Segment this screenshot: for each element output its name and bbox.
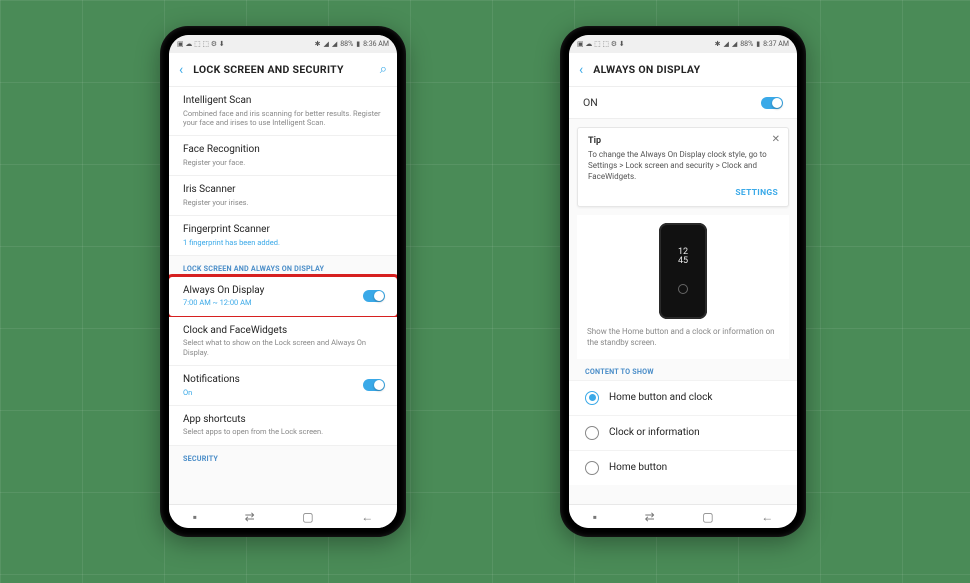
recent-icon[interactable]: ⇄: [645, 510, 655, 524]
radio-icon[interactable]: [585, 391, 599, 405]
row-sub: Combined face and iris scanning for bett…: [183, 109, 385, 128]
wifi-icon: ◢: [323, 40, 328, 48]
row-label: Notifications: [183, 374, 357, 387]
back-icon[interactable]: ‹: [579, 62, 583, 78]
row-app-shortcuts[interactable]: App shortcuts Select apps to open from t…: [169, 406, 397, 446]
row-label: Intelligent Scan: [183, 95, 385, 108]
clock: 8:37 AM: [763, 40, 789, 48]
preview-home-button-icon: [678, 284, 688, 294]
header: ‹ ALWAYS ON DISPLAY: [569, 53, 797, 87]
row-label: App shortcuts: [183, 414, 385, 427]
signal-icon: ◢: [332, 40, 337, 48]
back-nav-icon[interactable]: ←: [361, 510, 373, 524]
search-icon[interactable]: ⌕: [380, 62, 387, 77]
notif-icon: ▣ ☁ ⬚ ⬚ ⚙ ⬇: [577, 40, 625, 48]
status-bar: ▣ ☁ ⬚ ⬚ ⚙ ⬇ ✱ ◢ ◢ 88% ▮ 8:36 AM: [169, 35, 397, 53]
tip-card: ✕ Tip To change the Always On Display cl…: [577, 127, 789, 207]
battery-pct: 88%: [340, 40, 353, 48]
radio-icon[interactable]: [585, 426, 599, 440]
row-label: Fingerprint Scanner: [183, 224, 385, 237]
master-toggle-row[interactable]: ON: [569, 87, 797, 119]
row-fingerprint-scanner[interactable]: Fingerprint Scanner 1 fingerprint has be…: [169, 216, 397, 256]
close-icon[interactable]: ✕: [772, 134, 780, 145]
row-sub: Select what to show on the Lock screen a…: [183, 338, 385, 357]
notif-icon: ▣ ☁ ⬚ ⬚ ⚙ ⬇: [177, 40, 225, 48]
bluetooth-icon: ✱: [715, 40, 721, 48]
row-iris-scanner[interactable]: Iris Scanner Register your irises.: [169, 176, 397, 216]
home-icon[interactable]: ▢: [302, 510, 313, 524]
phone-always-on-display: ▣ ☁ ⬚ ⬚ ⚙ ⬇ ✱ ◢ ◢ 88% ▮ 8:37 AM ‹ ALWAYS…: [560, 26, 806, 537]
android-navbar: ▪ ⇄ ▢ ←: [169, 504, 397, 528]
on-label: ON: [583, 96, 598, 109]
preview-desc: Show the Home button and a clock or info…: [587, 327, 779, 349]
radio-label: Clock or information: [609, 427, 700, 438]
android-navbar: ▪ ⇄ ▢ ←: [569, 504, 797, 528]
master-toggle[interactable]: [761, 97, 783, 109]
section-header: LOCK SCREEN AND ALWAYS ON DISPLAY: [169, 256, 397, 277]
bluetooth-icon: ✱: [315, 40, 321, 48]
row-sub: Select apps to open from the Lock screen…: [183, 427, 385, 436]
phone-lock-screen-security: ▣ ☁ ⬚ ⬚ ⚙ ⬇ ✱ ◢ ◢ 88% ▮ 8:36 AM ‹ LOCK S…: [160, 26, 406, 537]
preview-clock-min: 45: [678, 257, 688, 266]
row-sub: Register your irises.: [183, 198, 385, 207]
row-label: Clock and FaceWidgets: [183, 325, 385, 338]
row-sub: Register your face.: [183, 158, 385, 167]
page-title: ALWAYS ON DISPLAY: [593, 63, 787, 76]
section-header: CONTENT TO SHOW: [569, 359, 797, 380]
radio-label: Home button: [609, 462, 667, 473]
radio-icon[interactable]: [585, 461, 599, 475]
battery-icon: ▮: [356, 40, 360, 48]
battery-icon: ▮: [756, 40, 760, 48]
row-label: Iris Scanner: [183, 184, 385, 197]
row-notifications[interactable]: Notifications On: [169, 366, 397, 406]
drawer-icon[interactable]: ▪: [593, 510, 597, 524]
row-label: Always On Display: [183, 285, 357, 298]
row-always-on-display[interactable]: Always On Display 7:00 AM ~ 12:00 AM: [169, 277, 397, 317]
notif-toggle[interactable]: [363, 379, 385, 391]
clock: 8:36 AM: [363, 40, 389, 48]
radio-home-button-and-clock[interactable]: Home button and clock: [569, 380, 797, 415]
back-nav-icon[interactable]: ←: [761, 510, 773, 524]
wifi-icon: ◢: [723, 40, 728, 48]
tip-settings-link[interactable]: SETTINGS: [588, 188, 778, 198]
drawer-icon[interactable]: ▪: [193, 510, 197, 524]
row-clock-facewidgets[interactable]: Clock and FaceWidgets Select what to sho…: [169, 317, 397, 366]
radio-label: Home button and clock: [609, 392, 712, 403]
settings-list[interactable]: Intelligent Scan Combined face and iris …: [169, 87, 397, 504]
row-label: Face Recognition: [183, 144, 385, 157]
page-title: LOCK SCREEN AND SECURITY: [193, 63, 380, 76]
home-icon[interactable]: ▢: [702, 510, 713, 524]
radio-home-button[interactable]: Home button: [569, 450, 797, 485]
row-intelligent-scan[interactable]: Intelligent Scan Combined face and iris …: [169, 87, 397, 136]
preview-phone-icon: 12 45: [659, 223, 707, 319]
radio-clock-or-information[interactable]: Clock or information: [569, 415, 797, 450]
section-header: SECURITY: [169, 446, 397, 467]
status-bar: ▣ ☁ ⬚ ⬚ ⚙ ⬇ ✱ ◢ ◢ 88% ▮ 8:37 AM: [569, 35, 797, 53]
row-sub: 1 fingerprint has been added.: [183, 238, 385, 247]
tip-text: To change the Always On Display clock st…: [588, 150, 778, 182]
row-sub: On: [183, 388, 357, 397]
recent-icon[interactable]: ⇄: [245, 510, 255, 524]
battery-pct: 88%: [740, 40, 753, 48]
back-icon[interactable]: ‹: [179, 62, 183, 78]
header: ‹ LOCK SCREEN AND SECURITY ⌕: [169, 53, 397, 87]
row-sub: 7:00 AM ~ 12:00 AM: [183, 298, 357, 307]
aod-toggle[interactable]: [363, 290, 385, 302]
row-face-recognition[interactable]: Face Recognition Register your face.: [169, 136, 397, 176]
preview-panel: 12 45 Show the Home button and a clock o…: [577, 215, 789, 359]
aod-content[interactable]: ON ✕ Tip To change the Always On Display…: [569, 87, 797, 504]
tip-title: Tip: [588, 136, 778, 146]
signal-icon: ◢: [732, 40, 737, 48]
